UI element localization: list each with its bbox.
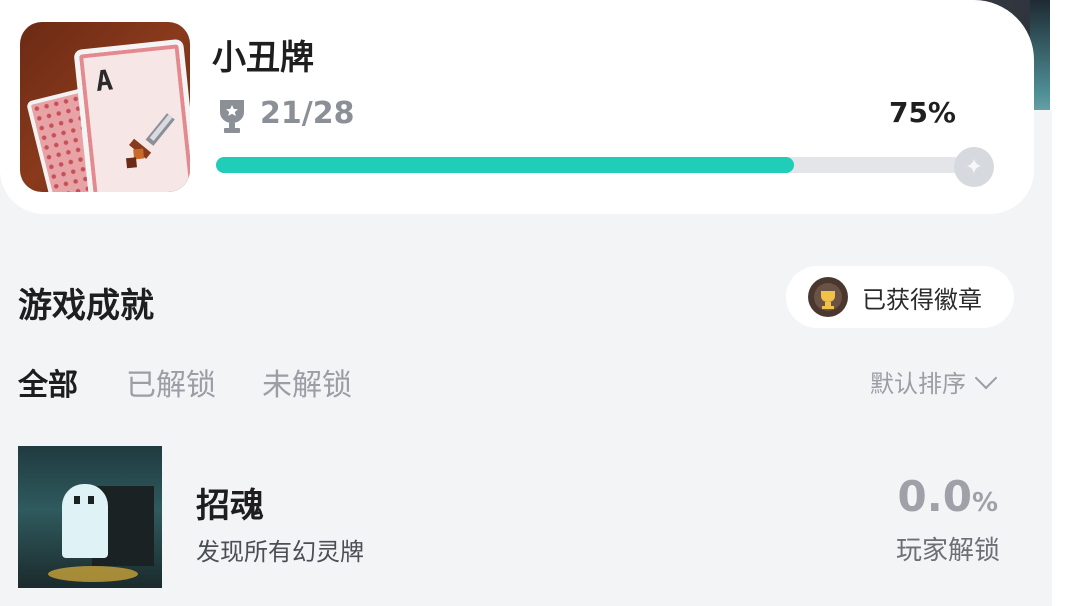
chevron-down-icon (974, 366, 998, 389)
progress-bar-fill (216, 157, 794, 173)
achievement-progress-count: 21/28 (260, 96, 355, 131)
game-icon[interactable]: A (20, 22, 190, 192)
ghost-eye (88, 496, 94, 504)
section-title: 游戏成就 (18, 286, 154, 326)
unlock-rate-label: 玩家解锁 (895, 536, 1000, 566)
trophy-icon (220, 100, 244, 133)
earned-badges-button[interactable]: 已获得徽章 (786, 266, 1014, 328)
game-header-card: A 小丑牌 21/28 75% ✦ (0, 0, 1034, 214)
ground-glow (48, 566, 138, 582)
achievement-unlock-rate: 0.0% (898, 472, 998, 521)
sword-icon (126, 113, 175, 169)
tab-locked[interactable]: 未解锁 (262, 360, 352, 404)
unlock-rate-unit: % (971, 488, 998, 518)
card-front-image: A (73, 38, 190, 192)
progress-bar (216, 157, 986, 173)
game-title: 小丑牌 (212, 38, 314, 78)
achievement-title: 招魂 (196, 486, 264, 526)
achievement-image (18, 446, 162, 588)
achievement-description: 发现所有幻灵牌 (196, 538, 364, 566)
earned-badges-label: 已获得徽章 (862, 285, 982, 314)
ghost-image (62, 484, 108, 558)
sort-label: 默认排序 (870, 370, 966, 398)
star-icon: ✦ (954, 147, 994, 187)
achievement-progress-percent: 75% (888, 96, 956, 129)
right-edge (1050, 0, 1080, 606)
tab-unlocked[interactable]: 已解锁 (126, 360, 216, 404)
tab-all[interactable]: 全部 (18, 360, 78, 404)
sort-dropdown[interactable]: 默认排序 (870, 364, 998, 399)
badge-icon (808, 277, 848, 317)
unlock-rate-value: 0.0 (897, 472, 972, 521)
card-letter: A (94, 63, 115, 98)
ghost-eye (74, 496, 80, 504)
